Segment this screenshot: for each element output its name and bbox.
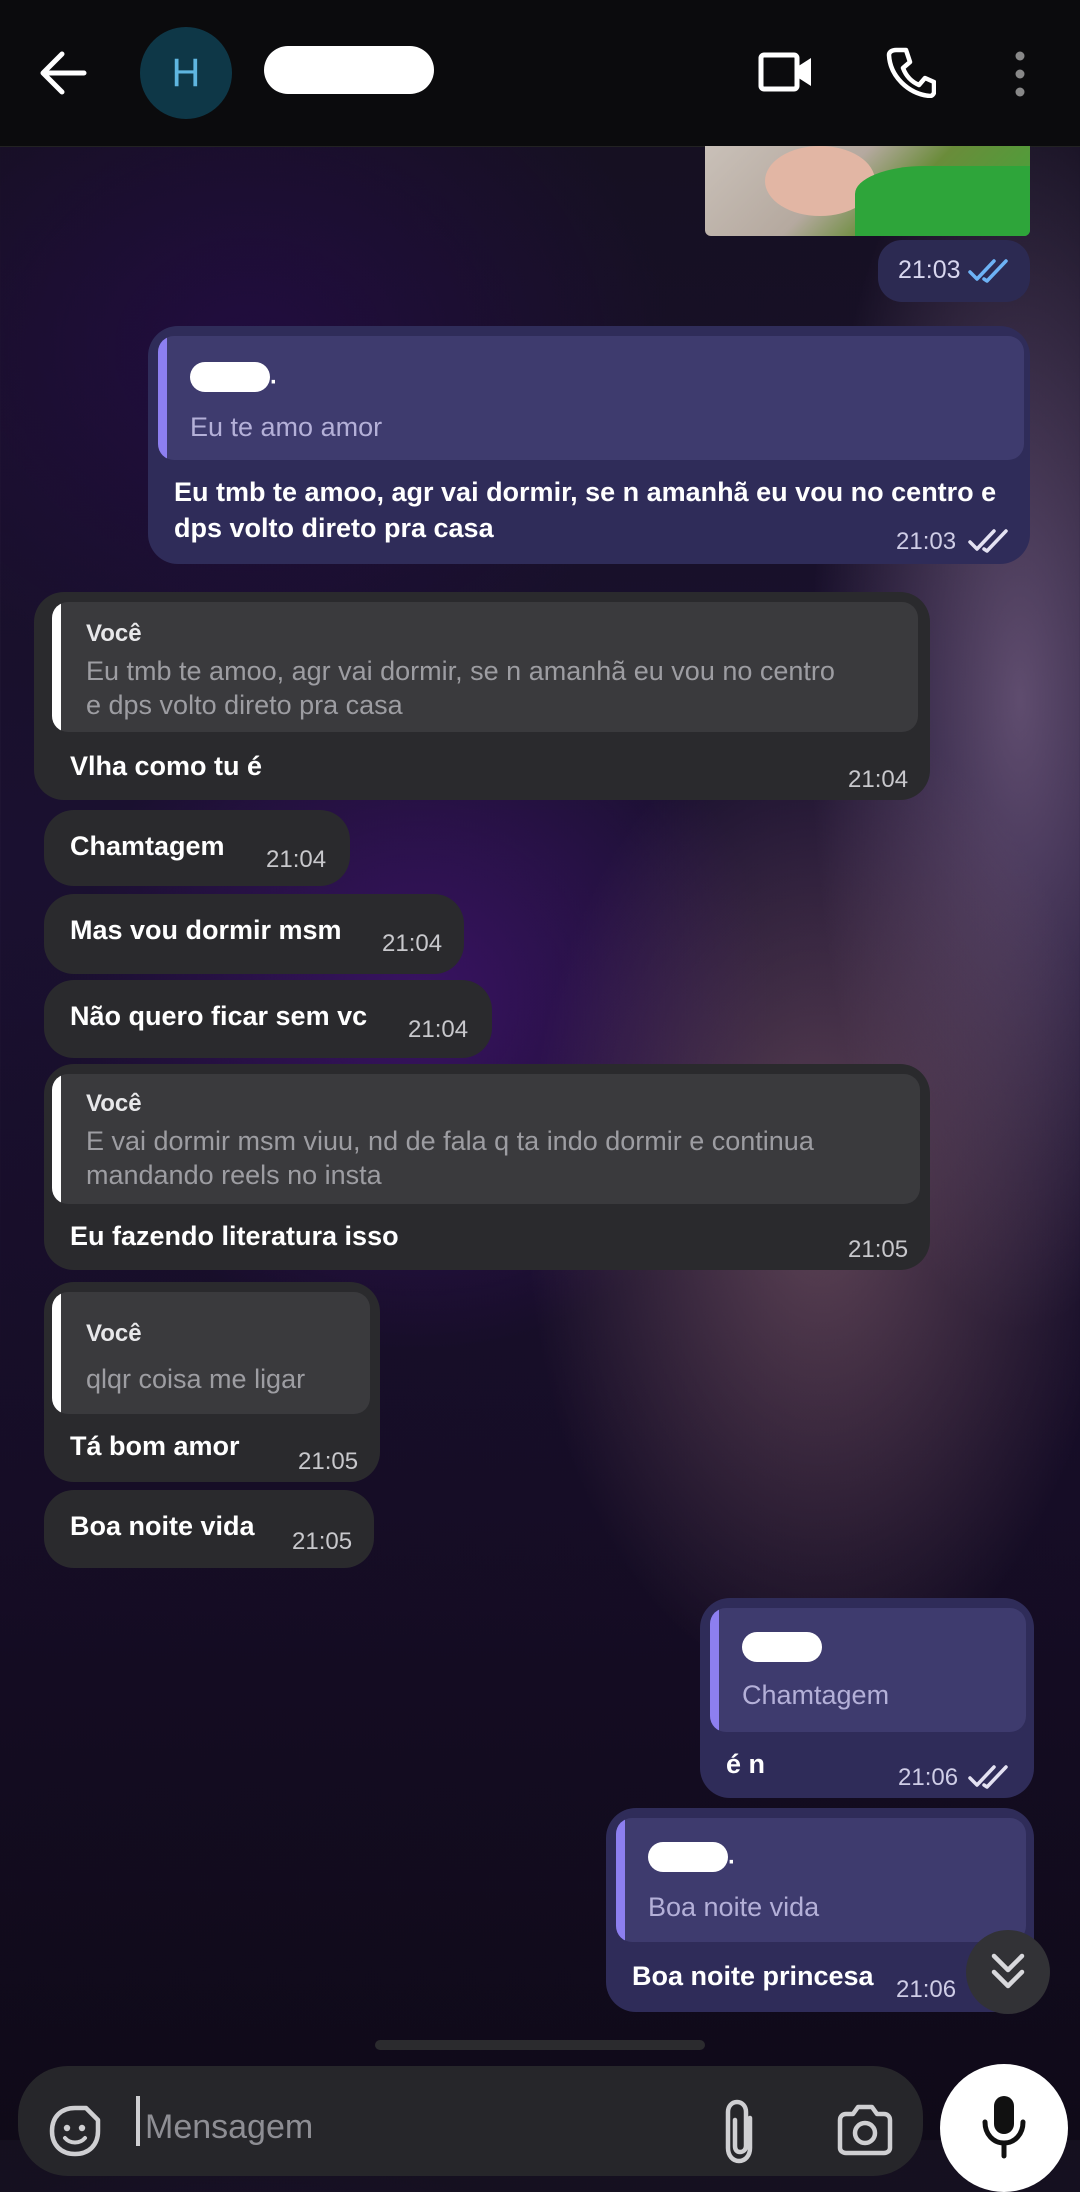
incoming-message[interactable]: Você E vai dormir msm viuu, nd de fala q…	[44, 1064, 930, 1270]
quoted-author: Você	[86, 620, 142, 647]
avatar[interactable]: H	[140, 27, 232, 119]
image-message-thumbnail[interactable]	[705, 146, 1030, 236]
incoming-message[interactable]: Você Eu tmb te amoo, agr vai dormir, se …	[34, 592, 930, 800]
quoted-reply[interactable]: redacted. Boa noite vida	[616, 1818, 1026, 1942]
outgoing-message[interactable]: redacted. Eu te amo amor Eu tmb te amoo,…	[148, 326, 1030, 564]
quoted-text-line: E vai dormir msm viuu, nd de fala q ta i…	[86, 1126, 814, 1156]
quoted-reply[interactable]: redacted. Eu te amo amor	[158, 336, 1024, 460]
message-time: 21:04	[266, 846, 327, 873]
message-text: Eu fazendo literatura isso	[70, 1221, 399, 1251]
message-time: 21:06	[896, 1976, 957, 2003]
mic-icon	[982, 2096, 1026, 2159]
read-ticks-icon	[968, 259, 1008, 283]
quoted-author: redacted.	[190, 362, 277, 392]
text-cursor	[136, 2096, 140, 2146]
delivered-ticks-icon	[968, 529, 1008, 553]
quoted-author: redacted.	[648, 1842, 735, 1872]
quoted-text: Eu te amo amor	[190, 412, 383, 442]
message-time: 21:06	[898, 1764, 959, 1791]
message-time: 21:03	[898, 256, 961, 284]
scroll-to-bottom-button[interactable]	[966, 1930, 1050, 2014]
message-text: Não quero ficar sem vc	[70, 1001, 368, 1031]
message-time-pill: 21:03	[878, 240, 1030, 302]
chat-header: H redacted	[0, 0, 1080, 147]
quoted-text-line: e dps volto direto pra casa	[86, 690, 403, 720]
message-time: 21:04	[408, 1016, 469, 1043]
message-time: 21:04	[382, 930, 443, 957]
message-time: 21:04	[848, 766, 909, 793]
drag-handle	[375, 2040, 705, 2050]
video-call-icon[interactable]	[758, 50, 814, 94]
paperclip-icon[interactable]	[718, 2096, 764, 2166]
delivered-ticks-icon	[968, 1765, 1008, 1789]
message-text: é n	[726, 1749, 766, 1779]
quoted-text: Chamtagem	[742, 1680, 890, 1710]
quoted-author: Você	[86, 1090, 142, 1117]
camera-icon[interactable]	[836, 2104, 894, 2156]
incoming-message[interactable]: Boa noite vida 21:05	[44, 1490, 374, 1568]
quoted-author: Você	[86, 1320, 142, 1347]
message-text: Vlha como tu é	[70, 751, 263, 781]
message-text-line: Eu tmb te amoo, agr vai dormir, se n ama…	[174, 477, 997, 507]
sticker-icon[interactable]	[46, 2102, 104, 2160]
quoted-text-line: Eu tmb te amoo, agr vai dormir, se n ama…	[86, 656, 835, 686]
message-composer	[18, 2066, 923, 2176]
message-text: Chamtagem	[70, 831, 225, 861]
incoming-message[interactable]: Não quero ficar sem vc 21:04	[44, 980, 492, 1058]
message-time: 21:03	[896, 528, 957, 555]
quoted-text-line: mandando reels no insta	[86, 1160, 382, 1190]
quoted-text: qlqr coisa me ligar	[86, 1364, 306, 1394]
quoted-author: redacted	[742, 1632, 822, 1662]
voice-record-button[interactable]	[940, 2064, 1068, 2192]
contact-name[interactable]: redacted	[264, 46, 434, 94]
message-time: 21:05	[298, 1448, 359, 1475]
quoted-reply[interactable]: Você E vai dormir msm viuu, nd de fala q…	[52, 1074, 920, 1204]
message-text-line: dps volto direto pra casa	[174, 513, 494, 543]
message-time: 21:05	[292, 1528, 353, 1555]
incoming-message[interactable]: Você qlqr coisa me ligar Tá bom amor 21:…	[44, 1282, 380, 1482]
incoming-message[interactable]: Chamtagem 21:04	[44, 810, 350, 886]
outgoing-message[interactable]: redacted Chamtagem é n 21:06	[700, 1598, 1034, 1798]
message-time: 21:05	[848, 1236, 909, 1263]
quoted-text: Boa noite vida	[648, 1892, 820, 1922]
message-text: Mas vou dormir msm	[70, 915, 342, 945]
message-text: Boa noite vida	[70, 1511, 255, 1541]
quoted-reply[interactable]: Você Eu tmb te amoo, agr vai dormir, se …	[52, 602, 918, 732]
phone-icon[interactable]	[886, 46, 936, 98]
more-vertical-icon[interactable]	[1010, 50, 1030, 98]
double-chevron-down-icon	[991, 1953, 1025, 1989]
quoted-reply[interactable]: redacted Chamtagem	[710, 1608, 1026, 1732]
arrow-left-icon[interactable]	[38, 50, 88, 96]
message-input[interactable]	[143, 2096, 707, 2158]
message-text: Tá bom amor	[70, 1431, 240, 1461]
quoted-reply[interactable]: Você qlqr coisa me ligar	[52, 1292, 370, 1414]
incoming-message[interactable]: Mas vou dormir msm 21:04	[44, 894, 464, 974]
message-text: Boa noite princesa	[632, 1961, 874, 1991]
